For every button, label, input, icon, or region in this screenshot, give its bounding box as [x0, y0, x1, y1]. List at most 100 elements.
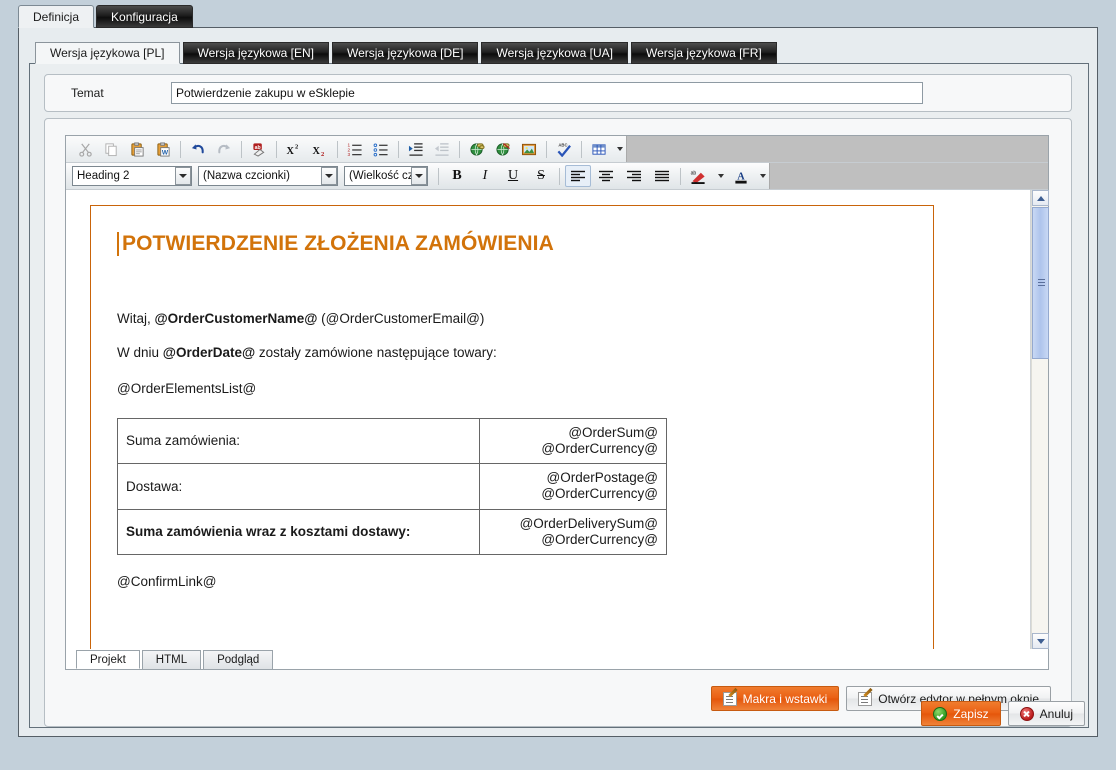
toolbar-separator: [438, 167, 439, 185]
summary-label-total: Suma zamówienia wraz z kosztami dostawy:: [117, 508, 480, 555]
superscript-icon[interactable]: X2: [282, 138, 306, 160]
editor-vertical-scrollbar[interactable]: [1031, 190, 1049, 649]
insert-table-icon[interactable]: [587, 138, 611, 160]
toolbar-separator: [459, 140, 460, 158]
align-left-button[interactable]: [565, 165, 591, 187]
tab-language-fr-label: Wersja językowa [FR]: [645, 46, 762, 60]
language-version-panel: Temat W: [29, 63, 1089, 728]
indent-decrease-icon[interactable]: [430, 138, 454, 160]
insert-link-icon[interactable]: [465, 138, 489, 160]
svg-text:W: W: [161, 149, 168, 156]
scroll-down-button[interactable]: [1032, 633, 1049, 649]
insert-image-icon[interactable]: [517, 138, 541, 160]
paste-from-word-icon[interactable]: W: [151, 138, 175, 160]
redo-icon[interactable]: [212, 138, 236, 160]
paragraph-style-select[interactable]: Heading 2: [72, 166, 192, 186]
editor-mode-tab-bar: Projekt HTML Podgląd: [66, 649, 1048, 669]
svg-text:2: 2: [321, 151, 324, 157]
greeting-name-token: @OrderCustomerName@: [154, 311, 318, 327]
subscript-icon[interactable]: X2: [308, 138, 332, 160]
toolbar-separator: [241, 140, 242, 158]
editor-fieldset: W ab X2 X 2 1 2 3 ABC Heading 2 (Nazwa c…: [44, 118, 1072, 727]
summary-value-order-sum: @OrderSum@ @OrderCurrency@: [479, 417, 667, 465]
pencil-icon: [722, 691, 737, 706]
tab-language-en[interactable]: Wersja językowa [EN]: [182, 42, 329, 64]
cut-icon[interactable]: [73, 138, 97, 160]
tab-language-pl-label: Wersja językowa [PL]: [50, 46, 165, 60]
tab-projekt[interactable]: Projekt: [76, 650, 140, 669]
table-row: Dostawa: @OrderPostage@ @OrderCurrency@: [117, 463, 667, 510]
cancel-button-label: Anuluj: [1039, 706, 1073, 721]
subject-input[interactable]: [171, 82, 923, 104]
cross-circle-icon: [1019, 706, 1034, 721]
scrollbar-thumb[interactable]: [1032, 207, 1049, 359]
tab-language-de-label: Wersja językowa [DE]: [346, 46, 464, 60]
form-action-buttons: Zapisz Anuluj: [921, 701, 1085, 726]
tab-definicja[interactable]: Definicja: [18, 5, 95, 28]
paragraph-style-value: Heading 2: [77, 170, 130, 182]
remove-format-icon[interactable]: ab: [247, 138, 271, 160]
order-postage-token: @OrderPostage@: [546, 470, 658, 486]
save-button[interactable]: Zapisz: [921, 701, 1001, 726]
font-size-select[interactable]: (Wielkość czcionki): [344, 166, 428, 186]
toolbar-filler: [769, 163, 1048, 189]
spellcheck-icon[interactable]: ABC: [552, 138, 576, 160]
font-name-select[interactable]: (Nazwa czcionki): [198, 166, 338, 186]
chevron-down-icon: [175, 167, 191, 185]
tab-language-ua[interactable]: Wersja językowa [UA]: [481, 42, 628, 64]
tab-language-fr[interactable]: Wersja językowa [FR]: [630, 42, 777, 64]
editor-toolbar-row-1: W ab X2 X 2 1 2 3 ABC: [66, 136, 1048, 163]
chevron-down-icon: [1036, 638, 1045, 644]
numbered-list-icon[interactable]: 123: [343, 138, 367, 160]
align-justify-button[interactable]: [649, 165, 675, 187]
chevron-down-icon: [718, 174, 724, 178]
text-highlight-button[interactable]: ab: [686, 165, 712, 187]
scroll-up-button[interactable]: [1032, 190, 1049, 206]
tab-definicja-label: Definicja: [33, 9, 80, 24]
date-prefix: W dniu: [117, 344, 163, 360]
tab-projekt-label: Projekt: [90, 653, 126, 666]
order-currency-token: @OrderCurrency@: [541, 440, 658, 456]
subject-label: Temat: [71, 86, 104, 100]
bulleted-list-icon[interactable]: [369, 138, 393, 160]
bold-button[interactable]: B: [444, 165, 470, 187]
tab-language-de[interactable]: Wersja językowa [DE]: [331, 42, 479, 64]
chevron-up-icon: [1036, 195, 1045, 201]
email-greeting-paragraph: Witaj, @OrderCustomerName@ (@OrderCustom…: [117, 310, 907, 328]
undo-icon[interactable]: [186, 138, 210, 160]
italic-button[interactable]: I: [472, 165, 498, 187]
align-left-icon: [571, 170, 585, 181]
text-highlight-dropdown[interactable]: [714, 165, 726, 187]
svg-text:X: X: [287, 146, 295, 157]
align-right-icon: [627, 170, 641, 181]
underline-button[interactable]: U: [500, 165, 526, 187]
cancel-button[interactable]: Anuluj: [1007, 701, 1085, 726]
email-template-body[interactable]: POTWIERDZENIE ZŁOŻENIA ZAMÓWIENIA Witaj,…: [90, 205, 934, 649]
check-circle-icon: [933, 706, 948, 721]
table-row: Suma zamówienia: @OrderSum@ @OrderCurren…: [117, 417, 667, 465]
date-suffix: zostały zamówione następujące towary:: [255, 344, 497, 360]
tab-language-pl[interactable]: Wersja językowa [PL]: [35, 42, 180, 64]
align-right-button[interactable]: [621, 165, 647, 187]
insert-table-dropdown[interactable]: [613, 138, 625, 160]
macros-button[interactable]: Makra i wstawki: [710, 686, 840, 711]
tab-html[interactable]: HTML: [141, 650, 202, 669]
scrollbar-grip-icon: [1038, 279, 1045, 287]
copy-icon[interactable]: [99, 138, 123, 160]
align-center-button[interactable]: [593, 165, 619, 187]
strikethrough-button[interactable]: S: [528, 165, 554, 187]
svg-text:X: X: [313, 146, 321, 157]
strikethrough-label: S: [537, 168, 545, 183]
editor-canvas[interactable]: POTWIERDZENIE ZŁOŻENIA ZAMÓWIENIA Witaj,…: [66, 190, 1031, 649]
table-row: Suma zamówienia wraz z kosztami dostawy:…: [117, 508, 667, 555]
pencil-document-icon: [858, 691, 873, 706]
tab-podglad[interactable]: Podgląd: [203, 650, 274, 669]
paste-icon[interactable]: [125, 138, 149, 160]
font-color-button[interactable]: A: [728, 165, 754, 187]
remove-link-icon[interactable]: [491, 138, 515, 160]
toolbar-separator: [398, 140, 399, 158]
toolbar-separator: [337, 140, 338, 158]
font-color-dropdown[interactable]: [756, 165, 768, 187]
tab-konfiguracja[interactable]: Konfiguracja: [96, 5, 193, 28]
indent-increase-icon[interactable]: [404, 138, 428, 160]
